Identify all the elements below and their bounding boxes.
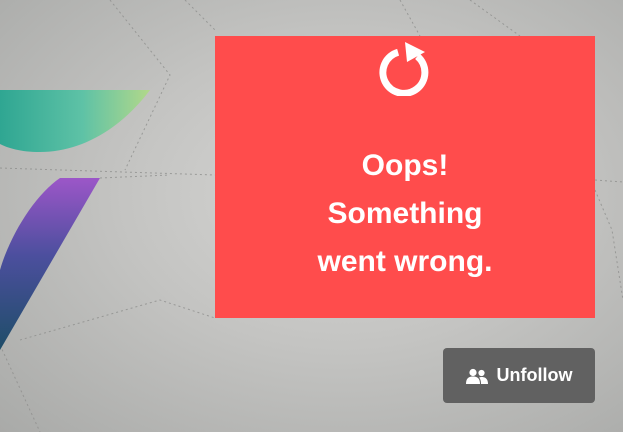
unfollow-label: Unfollow — [496, 365, 573, 385]
users-icon — [465, 368, 488, 384]
unfollow-button[interactable]: Unfollow — [443, 348, 595, 403]
error-card: Oops! Something went wrong. — [215, 36, 595, 318]
refresh-icon[interactable] — [377, 40, 433, 96]
error-message: Oops! Something went wrong. — [317, 149, 493, 278]
background-image-area: Oops! Something went wrong. Unfollow — [0, 0, 623, 432]
